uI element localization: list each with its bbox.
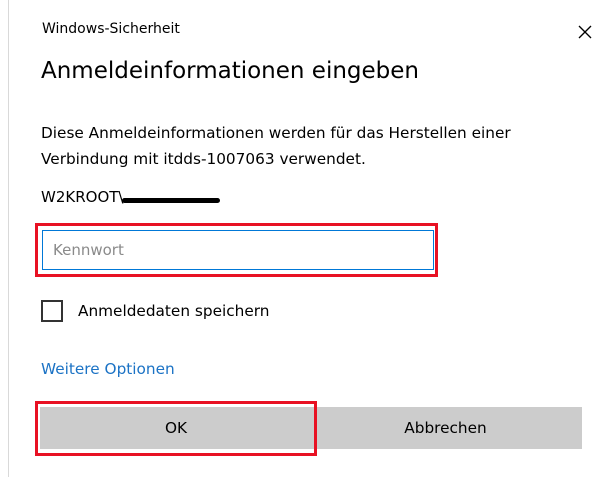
password-input[interactable] <box>42 230 434 270</box>
username-redaction <box>122 198 220 203</box>
dialog-description: Diese Anmeldeinformationen werden für da… <box>41 124 511 168</box>
close-icon[interactable] <box>572 18 598 44</box>
cancel-button[interactable]: Abbrechen <box>309 407 582 449</box>
remember-credentials-option[interactable]: Anmeldedaten speichern <box>41 298 269 324</box>
dialog-heading: Anmeldeinformationen eingeben <box>41 58 419 84</box>
dialog-left-border <box>8 0 9 477</box>
credential-dialog: Windows-Sicherheit Anmeldeinformationen … <box>0 0 603 477</box>
username-label: W2KROOT\ <box>41 188 123 206</box>
close-icon-glyph <box>578 25 592 39</box>
more-options-link[interactable]: Weitere Optionen <box>41 360 175 378</box>
remember-credentials-checkbox[interactable] <box>41 300 63 322</box>
window-title: Windows-Sicherheit <box>42 21 180 37</box>
username-domain: W2KROOT\ <box>41 188 124 206</box>
remember-credentials-label: Anmeldedaten speichern <box>78 302 270 320</box>
ok-button[interactable]: OK <box>40 407 312 449</box>
